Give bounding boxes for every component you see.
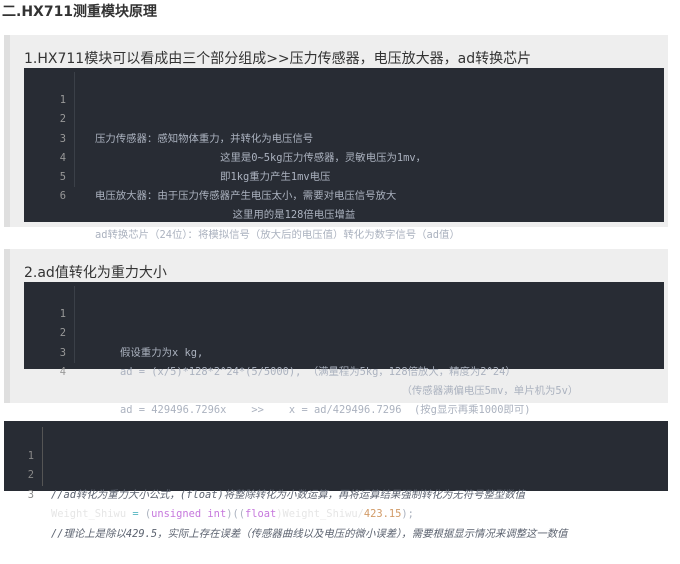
code-punct: )(( bbox=[226, 508, 245, 520]
line-separator bbox=[74, 305, 75, 325]
line-number: 6 bbox=[59, 190, 66, 203]
code-line: 4 电压放大器：由于压力传感器产生电压太小，需要对电压信号放大 bbox=[24, 129, 664, 202]
line-separator bbox=[74, 148, 75, 168]
code-text: 电压放大器：由于压力传感器产生电压太小，需要对电压信号放大 bbox=[95, 190, 397, 203]
code-block-components: 1 压力传感器：感知物体重力，并转化为电压信号 2 这里是0~5kg压力传感器，… bbox=[24, 68, 664, 241]
line-number: 3 bbox=[27, 488, 34, 501]
code-block-weight-calc: 1 //ad转化为重力大小公式，(float)将整除转化为小数运算，再将运算结果… bbox=[4, 421, 668, 540]
line-separator bbox=[42, 446, 43, 466]
code-comment: //理论上是除以429.5，实际上存在误差（传感器曲线以及电压的微小误差），需要… bbox=[51, 527, 568, 540]
code-line: 1 压力传感器：感知物体重力，并转化为电压信号 bbox=[24, 72, 664, 145]
line-separator bbox=[74, 72, 75, 92]
code-line: 5 这里用的是128倍电压增益 bbox=[24, 148, 664, 221]
section-title-hx711-components: 1.HX711模块可以看成由三个部分组成>>压力传感器，电压放大器，ad转换芯片 bbox=[24, 51, 532, 67]
blockquote-hx711-components: 1.HX711模块可以看成由三个部分组成>>压力传感器，电压放大器，ad转换芯片… bbox=[4, 35, 668, 241]
code-line: 2 ad = (x/5)*128*2^24*(5/5000), （满量程为5kg… bbox=[24, 305, 664, 378]
line-separator bbox=[74, 110, 75, 130]
code-comment: //ad转化为重力大小公式，(float)将整除转化为小数运算，再将运算结果强制… bbox=[51, 488, 526, 501]
code-punct: ); bbox=[401, 508, 414, 520]
code-line: 1 假设重力为x kg, bbox=[24, 286, 664, 359]
page-heading: 二.HX711测重模块原理 bbox=[2, 4, 158, 20]
line-separator bbox=[42, 466, 43, 486]
code-line: 2 这里是0~5kg压力传感器，灵敏电压为1mv， bbox=[24, 91, 664, 164]
code-block-ad-formula: 1 假设重力为x kg, 2 ad = (x/5)*128*2^24*(5/50… bbox=[24, 282, 664, 416]
blockquote-ad-to-weight: 2.ad值转化为重力大小 1 假设重力为x kg, 2 ad = (x/5)*1… bbox=[4, 249, 668, 416]
code-number: 423.15 bbox=[363, 508, 402, 520]
code-line: 4 ad = 429496.7296x >> x = ad/429496.729… bbox=[24, 343, 664, 416]
line-separator bbox=[74, 91, 75, 111]
code-line: 3 （传感器满偏电压5mv，单片机为5v） bbox=[24, 324, 664, 397]
line-number: 4 bbox=[59, 365, 66, 378]
code-text: 这里用的是128倍电压增益 bbox=[95, 209, 356, 222]
line-separator bbox=[74, 129, 75, 149]
code-line: 2 Weight_Shiwu = (unsigned int)((float)W… bbox=[4, 446, 668, 520]
line-separator bbox=[74, 286, 75, 306]
section-title-ad-to-weight: 2.ad值转化为重力大小 bbox=[24, 265, 167, 281]
line-separator bbox=[74, 167, 75, 188]
code-expression: )Weight_Shiwu/ bbox=[276, 508, 364, 520]
code-line: 6 ad转换芯片（24位）：将模拟信号（放大后的电压值）转化为数字信号（ad值） bbox=[24, 167, 664, 241]
code-statement: Weight_Shiwu = (unsigned int)((float)Wei… bbox=[51, 505, 414, 525]
code-operator: = bbox=[126, 508, 145, 520]
code-line: 3 即1kg重力产生1mv电压 bbox=[24, 110, 664, 183]
code-text: ad转换芯片（24位）：将模拟信号（放大后的电压值）转化为数字信号（ad值） bbox=[95, 228, 460, 241]
line-separator bbox=[74, 324, 75, 344]
code-variable: Weight_Shiwu bbox=[51, 508, 127, 520]
code-text: ad = 429496.7296x >> x = ad/429496.7296 … bbox=[95, 404, 531, 417]
code-text: （传感器满偏电压5mv，单片机为5v） bbox=[95, 384, 579, 397]
code-line: 1 //ad转化为重力大小公式，(float)将整除转化为小数运算，再将运算结果… bbox=[4, 427, 668, 501]
line-separator bbox=[74, 343, 75, 363]
line-separator bbox=[42, 427, 43, 447]
code-keyword: unsigned int bbox=[151, 508, 227, 520]
code-keyword: float bbox=[244, 508, 277, 520]
code-text: ad = (x/5)*128*2^24*(5/5000), （满量程为5kg，1… bbox=[95, 365, 516, 378]
code-line: 3 //理论上是除以429.5，实际上存在误差（传感器曲线以及电压的微小误差），… bbox=[4, 466, 668, 540]
